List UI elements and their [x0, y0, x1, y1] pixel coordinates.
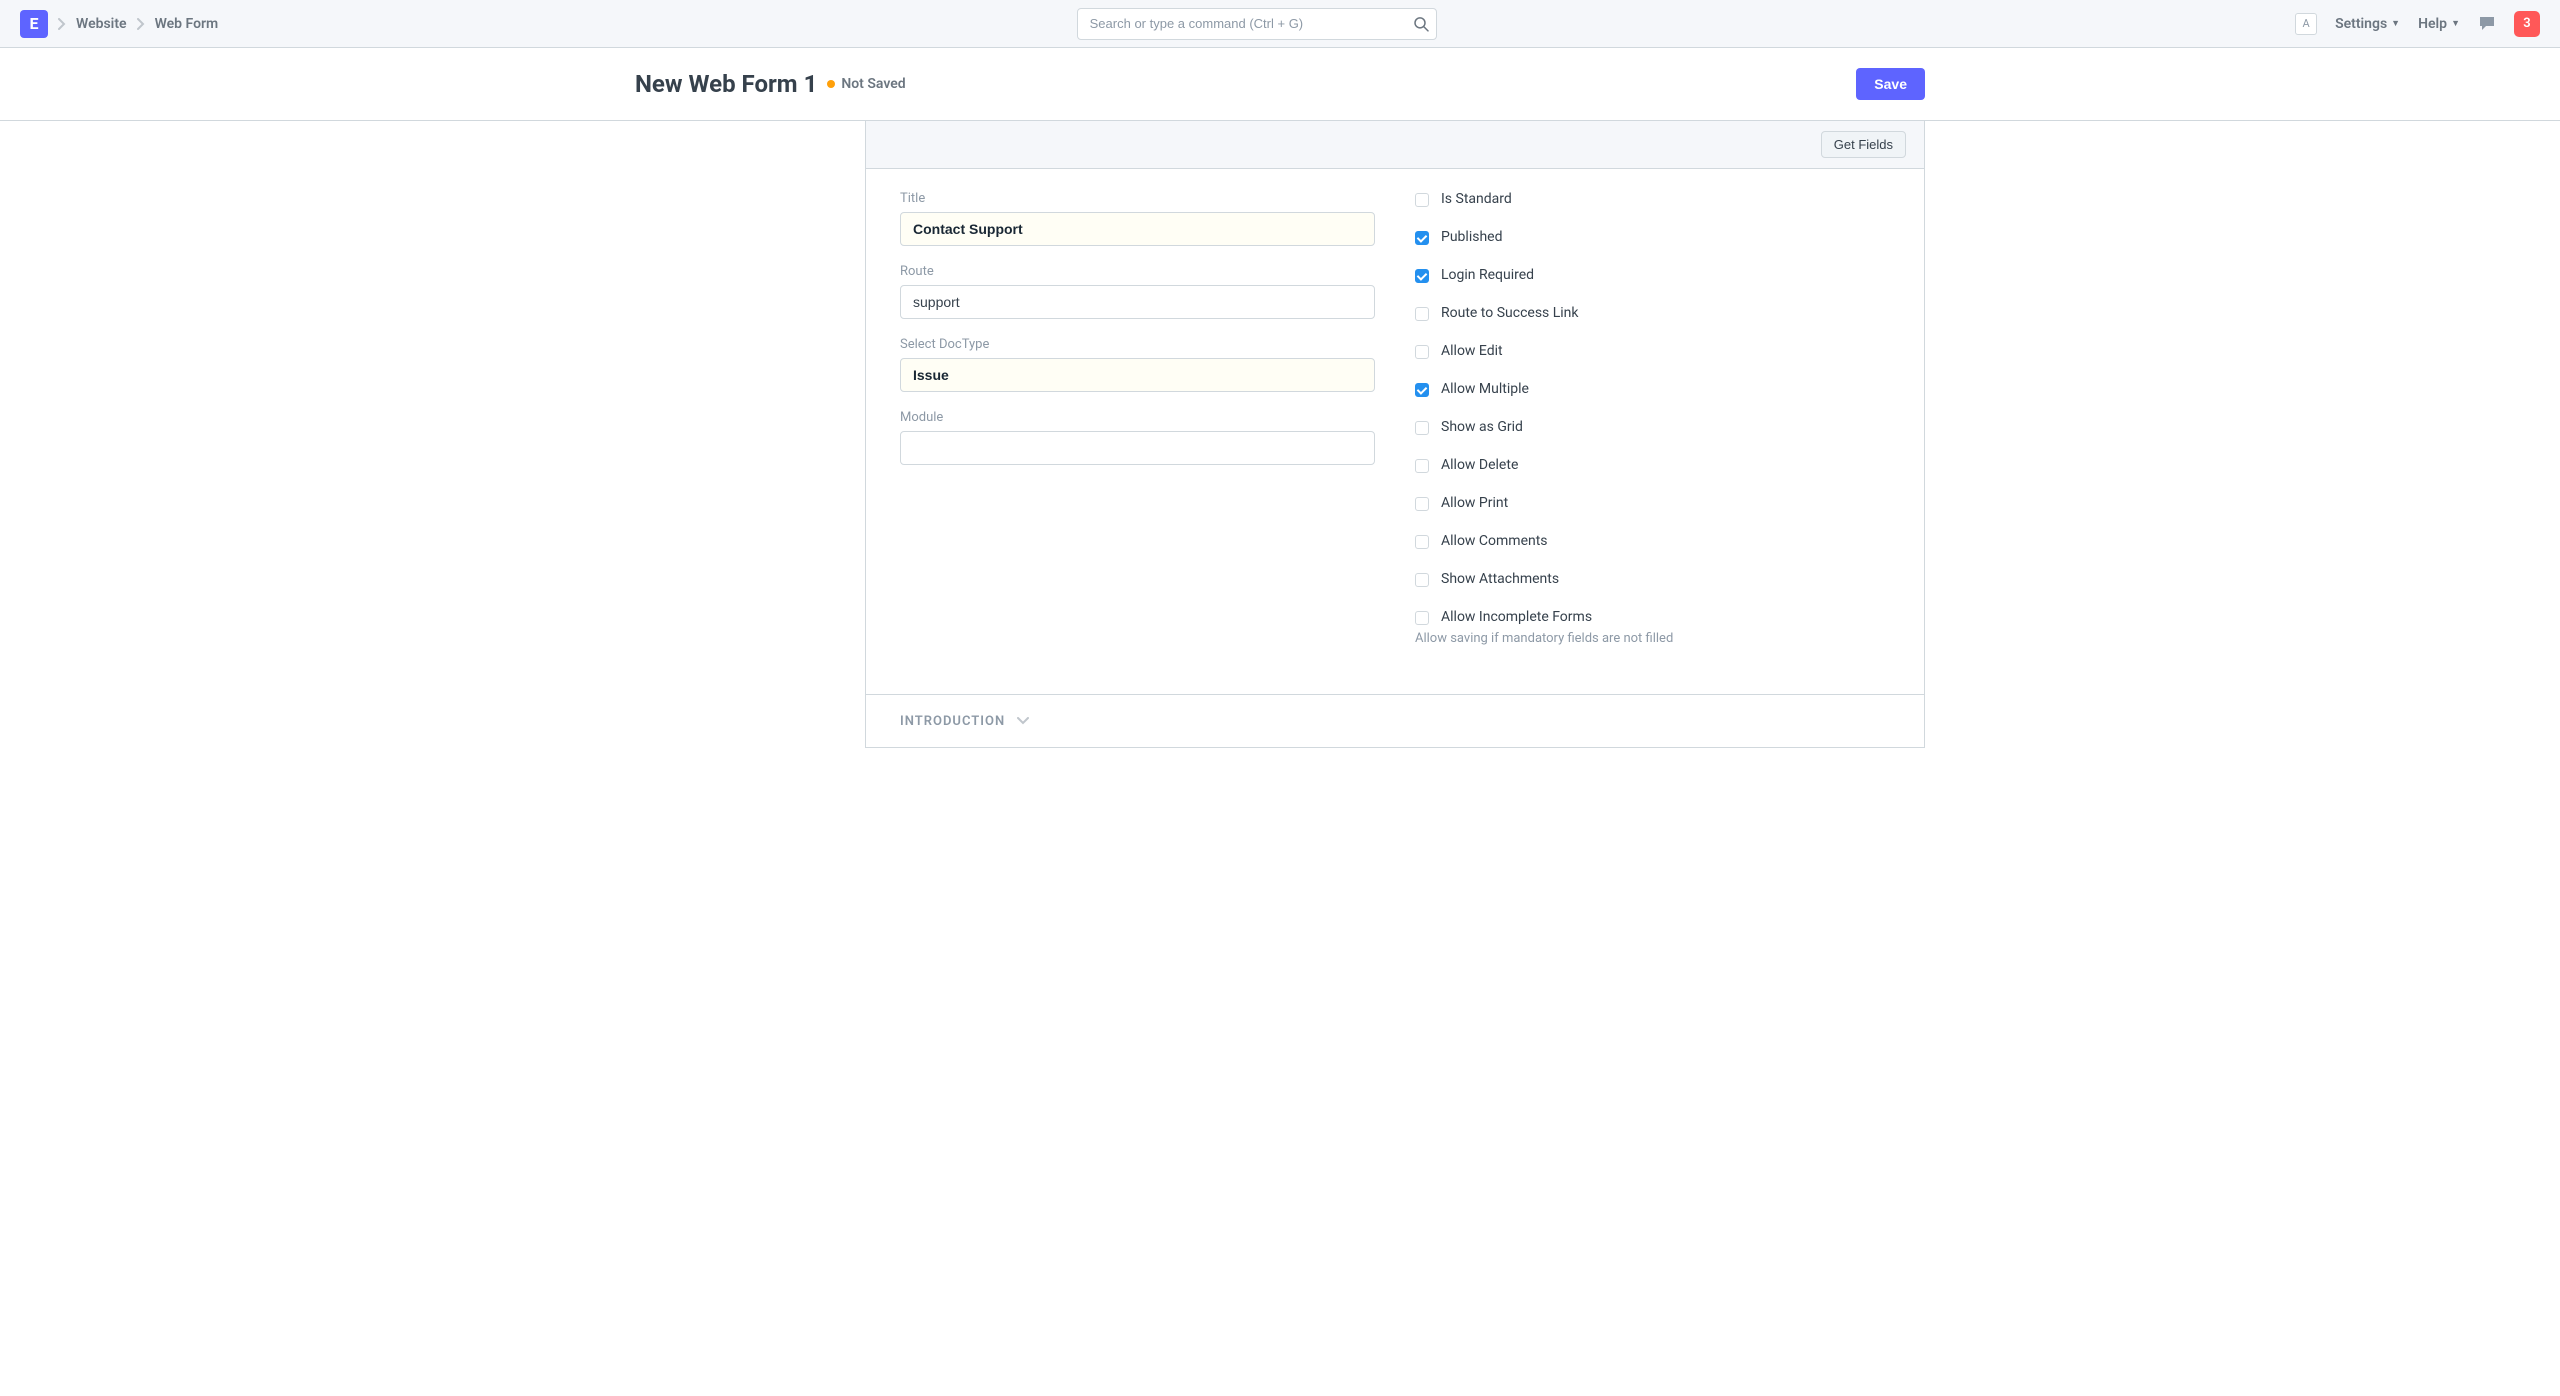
check-published-label: Published: [1441, 229, 1502, 245]
field-title: Title: [900, 191, 1375, 246]
caret-down-icon: ▼: [2451, 18, 2460, 29]
check-show-as-grid-label: Show as Grid: [1441, 419, 1523, 435]
check-allow-print[interactable]: Allow Print: [1415, 495, 1890, 511]
avatar[interactable]: A: [2295, 13, 2317, 35]
title-input[interactable]: [900, 212, 1375, 246]
app-logo-icon[interactable]: E: [20, 10, 48, 38]
navbar-right: A Settings ▼ Help ▼ 3: [2295, 11, 2540, 37]
status-label: Not Saved: [841, 76, 905, 92]
help-label: Help: [2418, 16, 2447, 32]
checkbox-icon[interactable]: [1415, 573, 1429, 587]
allow-incomplete-help: Allow saving if mandatory fields are not…: [1415, 631, 1890, 646]
page-body: Get Fields Title Route Select DocType M: [615, 121, 1945, 748]
check-allow-edit-label: Allow Edit: [1441, 343, 1503, 359]
settings-label: Settings: [2335, 16, 2387, 32]
check-allow-incomplete-label: Allow Incomplete Forms: [1441, 609, 1592, 625]
doctype-input[interactable]: [900, 358, 1375, 392]
navbar: E Website Web Form A Settings ▼ Help: [0, 0, 2560, 48]
checkbox-icon[interactable]: [1415, 611, 1429, 625]
breadcrumb: Website Web Form: [58, 16, 218, 32]
navbar-center: [1077, 8, 1437, 40]
breadcrumb-link-webform[interactable]: Web Form: [155, 16, 219, 32]
checkbox-icon[interactable]: [1415, 497, 1429, 511]
settings-menu[interactable]: Settings ▼: [2335, 16, 2400, 32]
check-allow-delete-label: Allow Delete: [1441, 457, 1518, 473]
field-module-label: Module: [900, 410, 1375, 425]
check-published[interactable]: Published: [1415, 229, 1890, 245]
form-column-right: Is Standard Published Login Required Rou…: [1415, 191, 1890, 664]
checkbox-icon[interactable]: [1415, 383, 1429, 397]
field-title-label: Title: [900, 191, 1375, 206]
check-allow-comments-label: Allow Comments: [1441, 533, 1548, 549]
chevron-right-icon: [137, 17, 145, 30]
check-allow-edit[interactable]: Allow Edit: [1415, 343, 1890, 359]
check-allow-print-label: Allow Print: [1441, 495, 1508, 511]
page-header: New Web Form 1 Not Saved Save: [0, 48, 2560, 121]
form-column-left: Title Route Select DocType Module: [900, 191, 1375, 664]
check-route-success[interactable]: Route to Success Link: [1415, 305, 1890, 321]
page-title-wrapper: New Web Form 1 Not Saved: [635, 70, 906, 98]
check-is-standard[interactable]: Is Standard: [1415, 191, 1890, 207]
check-route-success-label: Route to Success Link: [1441, 305, 1579, 321]
search-input[interactable]: [1077, 8, 1437, 40]
check-login-required[interactable]: Login Required: [1415, 267, 1890, 283]
caret-down-icon: ▼: [2391, 18, 2400, 29]
chevron-down-icon: [1017, 713, 1029, 729]
checkbox-icon[interactable]: [1415, 193, 1429, 207]
chevron-right-icon: [58, 17, 66, 30]
route-input[interactable]: [900, 285, 1375, 319]
check-allow-incomplete[interactable]: Allow Incomplete Forms: [1415, 609, 1890, 625]
checkbox-icon[interactable]: [1415, 459, 1429, 473]
check-show-attachments[interactable]: Show Attachments: [1415, 571, 1890, 587]
field-route: Route: [900, 264, 1375, 319]
form-layout: Get Fields Title Route Select DocType M: [865, 121, 1925, 748]
field-doctype-label: Select DocType: [900, 337, 1375, 352]
status-dot-icon: [827, 80, 835, 88]
checkbox-icon[interactable]: [1415, 421, 1429, 435]
check-login-required-label: Login Required: [1441, 267, 1534, 283]
sidebar-spacer: [635, 121, 865, 748]
check-allow-multiple[interactable]: Allow Multiple: [1415, 381, 1890, 397]
section-introduction[interactable]: INTRODUCTION: [866, 695, 1924, 748]
checkbox-icon[interactable]: [1415, 231, 1429, 245]
check-allow-multiple-label: Allow Multiple: [1441, 381, 1529, 397]
field-module: Module: [900, 410, 1375, 465]
navbar-left: E Website Web Form: [20, 10, 218, 38]
page-title: New Web Form 1: [635, 70, 817, 98]
search-wrapper: [1077, 8, 1437, 40]
save-button[interactable]: Save: [1856, 68, 1925, 100]
check-allow-comments[interactable]: Allow Comments: [1415, 533, 1890, 549]
section-introduction-title: INTRODUCTION: [900, 714, 1005, 729]
notification-badge[interactable]: 3: [2514, 11, 2540, 37]
check-show-attachments-label: Show Attachments: [1441, 571, 1559, 587]
breadcrumb-link-website[interactable]: Website: [76, 16, 127, 32]
field-route-label: Route: [900, 264, 1375, 279]
chat-icon[interactable]: [2478, 15, 2496, 33]
checkbox-icon[interactable]: [1415, 307, 1429, 321]
check-is-standard-label: Is Standard: [1441, 191, 1512, 207]
get-fields-button[interactable]: Get Fields: [1821, 131, 1906, 158]
field-doctype: Select DocType: [900, 337, 1375, 392]
checkbox-icon[interactable]: [1415, 269, 1429, 283]
status-indicator: Not Saved: [827, 76, 905, 92]
help-menu[interactable]: Help ▼: [2418, 16, 2460, 32]
form-section-main: Title Route Select DocType Module: [866, 169, 1924, 695]
checkbox-icon[interactable]: [1415, 345, 1429, 359]
check-allow-delete[interactable]: Allow Delete: [1415, 457, 1890, 473]
checkbox-icon[interactable]: [1415, 535, 1429, 549]
search-icon[interactable]: [1413, 15, 1429, 31]
module-input[interactable]: [900, 431, 1375, 465]
check-show-as-grid[interactable]: Show as Grid: [1415, 419, 1890, 435]
toolbar-row: Get Fields: [866, 121, 1924, 169]
